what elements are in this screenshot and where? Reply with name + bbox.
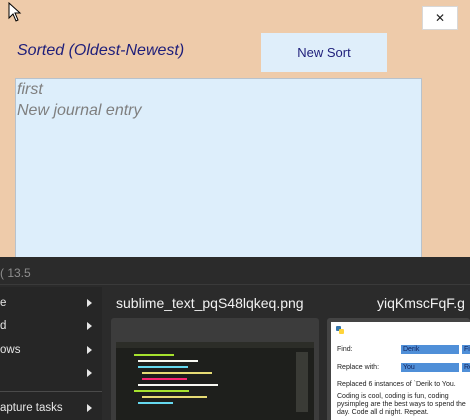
thumbnail-sublime[interactable] [111,318,319,420]
replace-button: Re [462,363,470,372]
editor-titlebar [116,342,314,348]
panel-title: ( 13.5 [0,266,31,280]
taskbar-preview-panel: ( 13.5 e d ows apture tasks sublime_text… [0,257,470,420]
menu-item[interactable]: apture tasks [0,397,102,419]
menu-item[interactable]: e [0,292,102,314]
divider [0,391,102,392]
python-logo-icon [336,326,344,334]
status-text: Replaced 6 instances of `Derik to You. [337,381,456,388]
close-button[interactable]: ✕ [422,6,458,30]
replace-input: You [401,363,459,372]
new-sort-button[interactable]: New Sort [261,33,387,72]
code-editor-preview [116,342,314,420]
find-replace-window-preview: Find: Derik Fi Replace with: You Re Repl… [331,322,470,420]
body-text: Coding is cool, coding is fun, coding py… [337,393,466,416]
find-button: Fi [462,345,470,354]
replace-label: Replace with: [337,364,380,371]
menu-item[interactable]: d [0,315,102,337]
find-label: Find: [337,346,353,353]
divider [0,284,470,285]
chevron-right-icon [87,346,92,354]
menu-item[interactable]: ows [0,339,102,361]
chevron-right-icon [87,299,92,307]
menu-item[interactable] [0,362,102,384]
thumbnail-title: sublime_text_pqS48lqkeq.png [116,295,304,311]
jump-list-menu: e d ows apture tasks [0,287,102,420]
chevron-right-icon [87,369,92,377]
thumbnail-find-replace[interactable]: Find: Derik Fi Replace with: You Re Repl… [327,318,470,420]
list-item[interactable]: New journal entry [17,100,421,121]
close-icon: ✕ [434,11,446,25]
chevron-right-icon [87,404,92,412]
journal-entries-list[interactable]: first New journal entry [15,78,422,268]
find-input: Derik [401,345,459,354]
sort-order-title: Sorted (Oldest-Newest) [17,42,185,59]
mouse-cursor-icon [8,2,22,22]
chevron-right-icon [87,322,92,330]
list-item[interactable]: first [17,79,421,100]
thumbnail-title: yiqKmscFqF.g [377,295,465,311]
